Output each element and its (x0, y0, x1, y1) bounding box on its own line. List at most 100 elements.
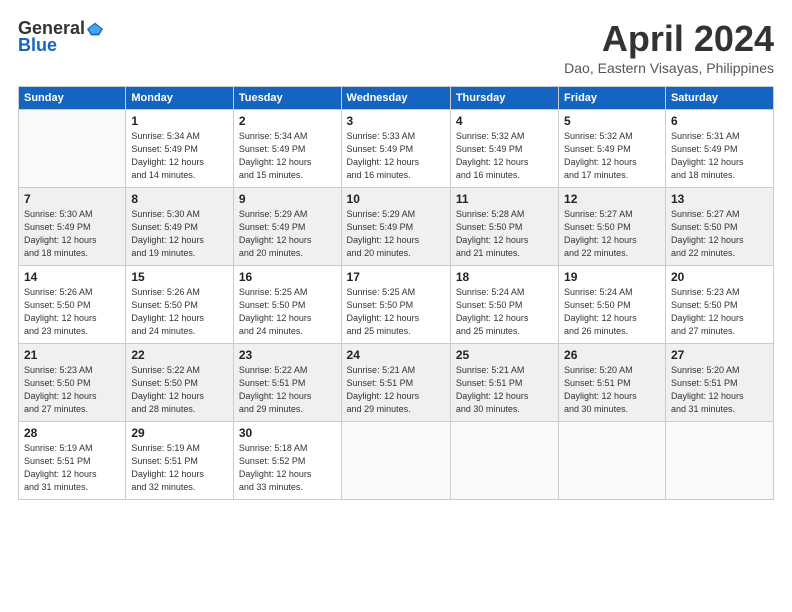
day-info: Sunrise: 5:24 AMSunset: 5:50 PMDaylight:… (564, 286, 660, 338)
day-number: 22 (131, 348, 228, 362)
calendar-cell: 25 Sunrise: 5:21 AMSunset: 5:51 PMDayligh… (450, 344, 558, 422)
day-number: 23 (239, 348, 336, 362)
calendar-cell: 15Sunrise: 5:26 AMSunset: 5:50 PMDayligh… (126, 266, 234, 344)
location: Dao, Eastern Visayas, Philippines (564, 60, 774, 76)
week-row-2: 7 Sunrise: 5:30 AMSunset: 5:49 PMDaylight… (19, 188, 774, 266)
day-info: Sunrise: 5:22 AMSunset: 5:51 PMDaylight:… (239, 364, 336, 416)
calendar-cell: 11Sunrise: 5:28 AMSunset: 5:50 PMDayligh… (450, 188, 558, 266)
day-number: 17 (347, 270, 445, 284)
calendar-cell (341, 422, 450, 500)
day-number: 8 (131, 192, 228, 206)
day-info: Sunrise: 5:29 AMSunset: 5:49 PMDaylight:… (239, 208, 336, 260)
header-row: SundayMondayTuesdayWednesdayThursdayFrid… (19, 87, 774, 110)
day-info: Sunrise: 5:30 AMSunset: 5:49 PMDaylight:… (131, 208, 228, 260)
day-info: Sunrise: 5:18 AMSunset: 5:52 PMDaylight:… (239, 442, 336, 494)
logo-blue-text: Blue (18, 35, 57, 56)
day-info: Sunrise: 5:26 AMSunset: 5:50 PMDaylight:… (24, 286, 120, 338)
day-info: Sunrise: 5:23 AMSunset: 5:50 PMDaylight:… (24, 364, 120, 416)
calendar-cell: 10 Sunrise: 5:29 AMSunset: 5:49 PMDayligh… (341, 188, 450, 266)
calendar-cell: 6Sunrise: 5:31 AMSunset: 5:49 PMDaylight… (665, 110, 773, 188)
calendar-cell: 5Sunrise: 5:32 AMSunset: 5:49 PMDaylight… (559, 110, 666, 188)
day-number: 3 (347, 114, 445, 128)
day-number: 10 (347, 192, 445, 206)
day-number: 27 (671, 348, 768, 362)
day-info: Sunrise: 5:21 AMSunset: 5:51 PMDaylight:… (456, 364, 553, 416)
day-info: Sunrise: 5:20 AMSunset: 5:51 PMDaylight:… (564, 364, 660, 416)
calendar-cell: 16Sunrise: 5:25 AMSunset: 5:50 PMDayligh… (233, 266, 341, 344)
calendar-cell: 28 Sunrise: 5:19 AMSunset: 5:51 PMDayligh… (19, 422, 126, 500)
calendar-cell: 1 Sunrise: 5:34 AMSunset: 5:49 PMDaylight… (126, 110, 234, 188)
day-number: 21 (24, 348, 120, 362)
day-info: Sunrise: 5:19 AMSunset: 5:51 PMDaylight:… (131, 442, 228, 494)
day-number: 18 (456, 270, 553, 284)
day-info: Sunrise: 5:31 AMSunset: 5:49 PMDaylight:… (671, 130, 768, 182)
day-number: 26 (564, 348, 660, 362)
day-info: Sunrise: 5:20 AMSunset: 5:51 PMDaylight:… (671, 364, 768, 416)
day-info: Sunrise: 5:24 AMSunset: 5:50 PMDaylight:… (456, 286, 553, 338)
calendar-cell: 23 Sunrise: 5:22 AMSunset: 5:51 PMDayligh… (233, 344, 341, 422)
day-info: Sunrise: 5:30 AMSunset: 5:49 PMDaylight:… (24, 208, 120, 260)
calendar-cell: 22 Sunrise: 5:22 AMSunset: 5:50 PMDayligh… (126, 344, 234, 422)
day-info: Sunrise: 5:29 AMSunset: 5:49 PMDaylight:… (347, 208, 445, 260)
day-info: Sunrise: 5:21 AMSunset: 5:51 PMDaylight:… (347, 364, 445, 416)
day-number: 1 (131, 114, 228, 128)
day-info: Sunrise: 5:28 AMSunset: 5:50 PMDaylight:… (456, 208, 553, 260)
calendar-cell: 2 Sunrise: 5:34 AMSunset: 5:49 PMDaylight… (233, 110, 341, 188)
calendar-cell: 18 Sunrise: 5:24 AMSunset: 5:50 PMDayligh… (450, 266, 558, 344)
day-info: Sunrise: 5:34 AMSunset: 5:49 PMDaylight:… (239, 130, 336, 182)
calendar-cell: 24Sunrise: 5:21 AMSunset: 5:51 PMDayligh… (341, 344, 450, 422)
day-number: 15 (131, 270, 228, 284)
week-row-5: 28 Sunrise: 5:19 AMSunset: 5:51 PMDayligh… (19, 422, 774, 500)
calendar-cell: 9 Sunrise: 5:29 AMSunset: 5:49 PMDaylight… (233, 188, 341, 266)
week-row-3: 14 Sunrise: 5:26 AMSunset: 5:50 PMDayligh… (19, 266, 774, 344)
calendar-cell: 14 Sunrise: 5:26 AMSunset: 5:50 PMDayligh… (19, 266, 126, 344)
calendar-cell: 30Sunrise: 5:18 AMSunset: 5:52 PMDayligh… (233, 422, 341, 500)
calendar-cell: 19 Sunrise: 5:24 AMSunset: 5:50 PMDayligh… (559, 266, 666, 344)
day-info: Sunrise: 5:23 AMSunset: 5:50 PMDaylight:… (671, 286, 768, 338)
header-day-friday: Friday (559, 87, 666, 110)
day-number: 2 (239, 114, 336, 128)
logo-icon (87, 21, 103, 37)
day-number: 7 (24, 192, 120, 206)
day-info: Sunrise: 5:19 AMSunset: 5:51 PMDaylight:… (24, 442, 120, 494)
day-number: 9 (239, 192, 336, 206)
calendar-cell: 21 Sunrise: 5:23 AMSunset: 5:50 PMDayligh… (19, 344, 126, 422)
calendar-cell (665, 422, 773, 500)
day-number: 29 (131, 426, 228, 440)
day-number: 25 (456, 348, 553, 362)
day-number: 14 (24, 270, 120, 284)
day-number: 5 (564, 114, 660, 128)
calendar-cell: 3 Sunrise: 5:33 AMSunset: 5:49 PMDaylight… (341, 110, 450, 188)
day-number: 20 (671, 270, 768, 284)
day-info: Sunrise: 5:27 AMSunset: 5:50 PMDaylight:… (564, 208, 660, 260)
day-number: 13 (671, 192, 768, 206)
page: General Blue April 2024 Dao, Eastern Vis… (0, 0, 792, 612)
header-day-monday: Monday (126, 87, 234, 110)
title-block: April 2024 Dao, Eastern Visayas, Philipp… (564, 18, 774, 76)
calendar-cell: 4 Sunrise: 5:32 AMSunset: 5:49 PMDaylight… (450, 110, 558, 188)
header-day-saturday: Saturday (665, 87, 773, 110)
month-title: April 2024 (564, 18, 774, 60)
header: General Blue April 2024 Dao, Eastern Vis… (18, 18, 774, 76)
header-day-sunday: Sunday (19, 87, 126, 110)
day-info: Sunrise: 5:25 AMSunset: 5:50 PMDaylight:… (347, 286, 445, 338)
day-info: Sunrise: 5:27 AMSunset: 5:50 PMDaylight:… (671, 208, 768, 260)
day-info: Sunrise: 5:33 AMSunset: 5:49 PMDaylight:… (347, 130, 445, 182)
day-number: 28 (24, 426, 120, 440)
day-info: Sunrise: 5:32 AMSunset: 5:49 PMDaylight:… (456, 130, 553, 182)
calendar-cell (19, 110, 126, 188)
day-number: 12 (564, 192, 660, 206)
calendar-cell: 27 Sunrise: 5:20 AMSunset: 5:51 PMDayligh… (665, 344, 773, 422)
day-info: Sunrise: 5:22 AMSunset: 5:50 PMDaylight:… (131, 364, 228, 416)
calendar-cell: 20 Sunrise: 5:23 AMSunset: 5:50 PMDayligh… (665, 266, 773, 344)
day-info: Sunrise: 5:34 AMSunset: 5:49 PMDaylight:… (131, 130, 228, 182)
calendar-cell: 8 Sunrise: 5:30 AMSunset: 5:49 PMDaylight… (126, 188, 234, 266)
calendar-cell: 13 Sunrise: 5:27 AMSunset: 5:50 PMDayligh… (665, 188, 773, 266)
calendar-cell: 17 Sunrise: 5:25 AMSunset: 5:50 PMDayligh… (341, 266, 450, 344)
day-number: 19 (564, 270, 660, 284)
header-day-thursday: Thursday (450, 87, 558, 110)
week-row-4: 21 Sunrise: 5:23 AMSunset: 5:50 PMDayligh… (19, 344, 774, 422)
calendar-cell: 12 Sunrise: 5:27 AMSunset: 5:50 PMDayligh… (559, 188, 666, 266)
day-number: 4 (456, 114, 553, 128)
calendar-cell (559, 422, 666, 500)
